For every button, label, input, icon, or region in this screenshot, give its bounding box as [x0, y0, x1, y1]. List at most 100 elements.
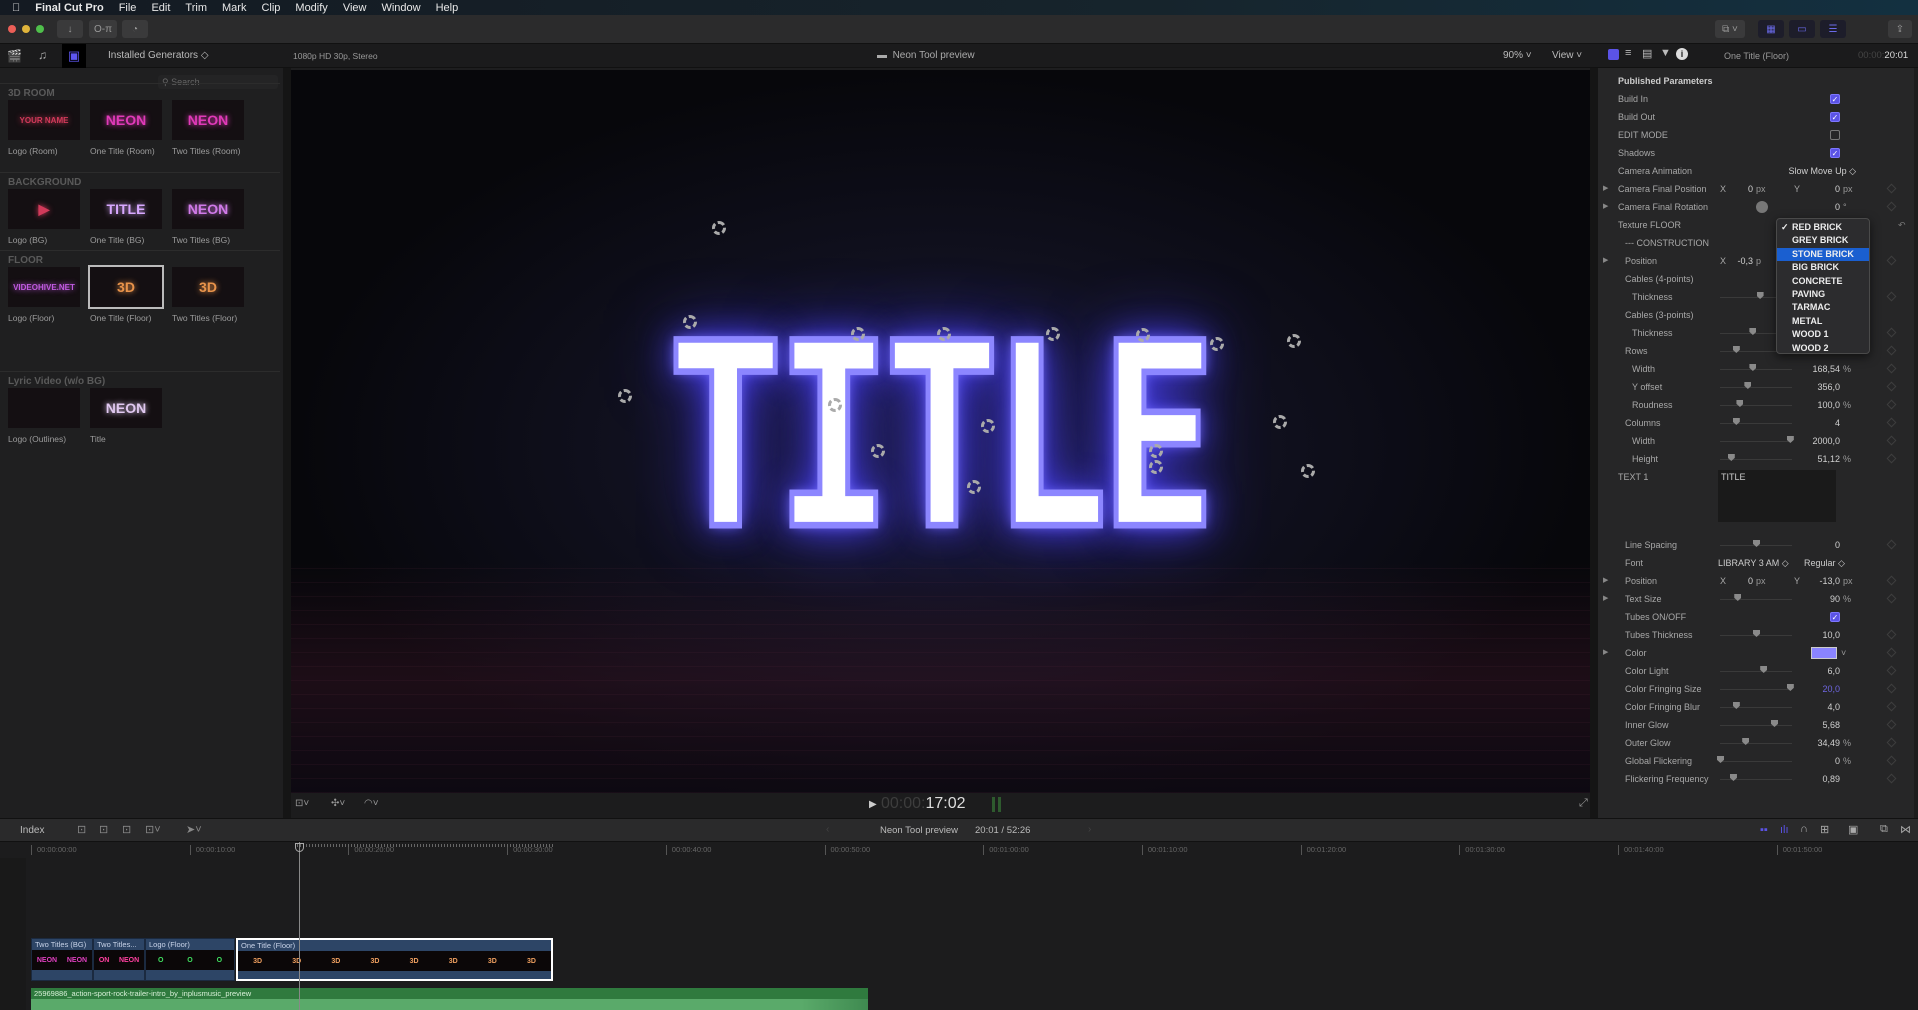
value-field[interactable]: 34,49 [1817, 734, 1840, 752]
value-field[interactable]: 90 [1830, 590, 1840, 608]
value-field[interactable]: 0 [1835, 536, 1840, 554]
generator-thumbnail[interactable] [8, 388, 80, 428]
control-point-handle[interactable] [828, 398, 842, 412]
texture-option[interactable]: STONE BRICK [1777, 247, 1869, 262]
texture-option[interactable]: CONCRETE [1777, 275, 1869, 288]
keyframe-button[interactable] [1886, 737, 1897, 748]
x-value-field[interactable]: 0 [1748, 180, 1753, 198]
audio-skimming-icon[interactable]: ▪▪ [1760, 824, 1768, 836]
control-point-handle[interactable] [967, 480, 981, 494]
disclosure-triangle-icon[interactable]: ▶ [1603, 198, 1608, 216]
generator-thumbnail[interactable]: 3D [172, 267, 244, 307]
menu-edit[interactable]: Edit [151, 2, 170, 14]
skimming-icon[interactable]: ılı [1780, 824, 1789, 836]
apple-menu-icon[interactable]:  [12, 2, 20, 14]
control-point-handle[interactable] [1046, 327, 1060, 341]
x-value-field[interactable]: -0,3 [1737, 252, 1753, 270]
menu-app-name[interactable]: Final Cut Pro [35, 2, 103, 14]
keyframe-button[interactable] [1886, 327, 1897, 338]
generator-thumbnail[interactable]: NEON [172, 189, 244, 229]
checkbox[interactable]: ✓ [1830, 148, 1840, 158]
font-style-popup[interactable]: Regular ◇ [1804, 554, 1845, 572]
timeline-clip[interactable]: Logo (Floor) O O O [145, 938, 235, 981]
menu-file[interactable]: File [119, 2, 137, 14]
video-inspector-tab-icon[interactable]: ▤ [1642, 47, 1652, 60]
value-field[interactable]: 10,0 [1822, 626, 1840, 644]
keyframe-button[interactable] [1886, 647, 1897, 658]
value-field[interactable]: 51,12 [1817, 450, 1840, 468]
control-point-handle[interactable] [1136, 328, 1150, 342]
next-project-icon[interactable]: › [1088, 824, 1091, 835]
control-point-handle[interactable] [1210, 337, 1224, 351]
clip-appearance-icon[interactable]: ▣ [1848, 823, 1858, 836]
checkbox[interactable] [1830, 130, 1840, 140]
x-value-field[interactable]: 0 [1748, 572, 1753, 590]
slider-track[interactable] [1720, 707, 1792, 708]
enhance-menu-icon[interactable]: ✣˅ [331, 798, 345, 809]
play-button[interactable]: ▶ [869, 799, 877, 810]
timeline-clip[interactable]: Two Titles (BG) NEON NEON [31, 938, 93, 981]
show-browser-button[interactable]: ▦ [1758, 20, 1784, 38]
playhead-timecode[interactable]: 00:00:17:02 [881, 795, 966, 813]
texture-option[interactable]: BIG BRICK [1777, 261, 1869, 274]
audio-clip[interactable]: 25969886_action-sport-rock-trailer-intro… [31, 988, 868, 1010]
close-window-button[interactable] [8, 25, 16, 33]
fullscreen-icon[interactable]: ⤢ [1579, 797, 1588, 810]
previous-project-icon[interactable]: ‹ [826, 824, 829, 835]
slider-track[interactable] [1720, 423, 1792, 424]
menu-mark[interactable]: Mark [222, 2, 246, 14]
control-point-handle[interactable] [937, 327, 951, 341]
value-field[interactable]: 5,68 [1822, 716, 1840, 734]
slider-track[interactable] [1720, 599, 1792, 600]
panel-divider[interactable] [283, 68, 291, 818]
color-inspector-tab-icon[interactable]: ▼ [1660, 47, 1671, 59]
control-point-handle[interactable] [1273, 415, 1287, 429]
viewer-canvas[interactable]: TITLE [291, 70, 1590, 793]
playhead[interactable] [299, 842, 300, 1010]
value-field[interactable]: 0 [1835, 752, 1840, 770]
keyframe-button[interactable] [1886, 201, 1897, 212]
keyframe-button[interactable] [1886, 453, 1897, 464]
slider-track[interactable] [1720, 779, 1792, 780]
text-inspector-tab-icon[interactable]: ≡ [1625, 47, 1631, 59]
menu-window[interactable]: Window [381, 2, 420, 14]
value-field[interactable]: 168,54 [1812, 360, 1840, 378]
keyframe-button[interactable] [1886, 291, 1897, 302]
slider-track[interactable] [1720, 689, 1792, 690]
texture-option[interactable]: PAVING [1777, 288, 1869, 301]
zoom-popup[interactable]: 90% ˅ [1503, 50, 1532, 61]
texture-option[interactable]: WOOD 2 [1777, 342, 1869, 355]
show-inspector-button[interactable]: ☰ [1820, 20, 1846, 38]
control-point-handle[interactable] [1149, 460, 1163, 474]
control-point-handle[interactable] [981, 419, 995, 433]
slider-track[interactable] [1720, 405, 1792, 406]
timeline-index-icon[interactable]: ⧉ [1880, 823, 1888, 836]
value-field[interactable]: 6,0 [1827, 662, 1840, 680]
workspace-menu-button[interactable]: ⧉ ˅ [1715, 20, 1745, 38]
titles-generators-icon[interactable]: ▣ [62, 44, 86, 68]
speed-menu-icon[interactable]: ◠˅ [364, 798, 379, 809]
timeline-clip[interactable]: One Title (Floor) 3D 3D 3D 3D 3D 3D 3D 3D [236, 938, 553, 981]
menu-modify[interactable]: Modify [295, 2, 327, 14]
select-tool-icon[interactable]: ➤˅ [186, 823, 202, 836]
checkbox[interactable]: ✓ [1830, 112, 1840, 122]
insert-clip-icon[interactable]: ⊡ [99, 823, 108, 836]
view-popup[interactable]: View ˅ [1552, 50, 1582, 61]
import-button[interactable]: ↓ [57, 20, 83, 38]
share-button[interactable]: ⇪ [1888, 20, 1912, 38]
control-point-handle[interactable] [683, 315, 697, 329]
control-point-handle[interactable] [1287, 334, 1301, 348]
keyframe-button[interactable] [1886, 701, 1897, 712]
reset-icon[interactable]: ↶ [1898, 216, 1906, 234]
keyframe-button[interactable] [1886, 381, 1897, 392]
browser-source-popup[interactable]: Installed Generators ◇ [108, 50, 209, 61]
slider-track[interactable] [1720, 671, 1792, 672]
menu-view[interactable]: View [343, 2, 367, 14]
keyframe-button[interactable] [1886, 665, 1897, 676]
zoom-window-button[interactable] [36, 25, 44, 33]
color-dropdown-icon[interactable]: ˅ [1841, 644, 1846, 662]
transform-menu-icon[interactable]: ⊡˅ [295, 798, 309, 809]
libraries-icon[interactable]: 🎬 [7, 49, 22, 63]
show-timeline-button[interactable]: ▭ [1789, 20, 1815, 38]
generator-inspector-tab-icon[interactable] [1608, 49, 1619, 60]
